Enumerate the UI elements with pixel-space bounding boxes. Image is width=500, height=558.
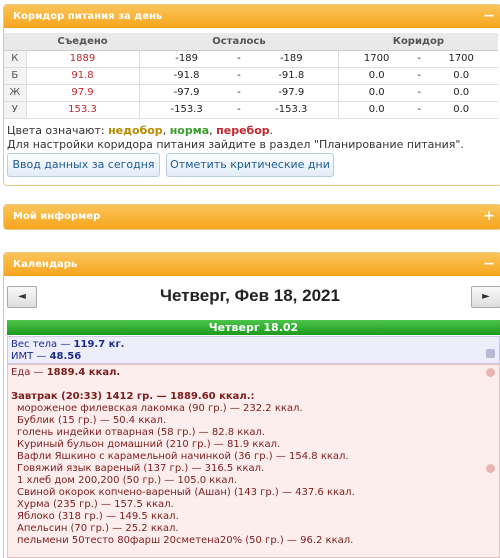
- row-label: Б: [4, 67, 27, 85]
- corridor-max: 0.0: [424, 67, 498, 85]
- food-item: Куриный бульон домашний (210 гр.) — 81.9…: [17, 439, 281, 450]
- corridor-min: 0.0: [338, 84, 414, 102]
- color-legend: Цвета означают: недобор, норма, перебор.: [7, 124, 273, 137]
- left-min: -97.9: [139, 84, 234, 102]
- calendar-title: Календарь: [13, 259, 78, 270]
- legend-under: недобор: [108, 124, 163, 137]
- food-label: Еда —: [11, 367, 47, 378]
- corridor-row: К 1889 -189- -189 1700-1700: [4, 50, 498, 68]
- corridor-dash: -: [413, 67, 425, 85]
- corridor-note: Для настройки коридора питания зайдите в…: [7, 138, 464, 151]
- header-corridor: Коридор: [338, 33, 498, 51]
- meal-title: Завтрак (20:33) 1412 гр. — 1889.60 ккал.…: [11, 391, 496, 403]
- corridor-dash: -: [413, 101, 425, 119]
- food-item: мороженое филевская лакомка (90 гр.) — 2…: [17, 403, 303, 414]
- weight-line: Вес тела — 119.7 кг.: [11, 339, 496, 351]
- corridor-row: Ж 97.9 -97.9- -97.9 0.0-0.0: [4, 84, 498, 102]
- header-left: Осталось: [139, 33, 339, 51]
- legend-prefix: Цвета означают:: [7, 124, 109, 137]
- food-item: пельмени 50тесто 80фарш 20сметена20% (50…: [17, 535, 354, 546]
- food-edit-icon[interactable]: [486, 368, 495, 377]
- header-eaten: Съедено: [26, 33, 139, 51]
- bmi-line: ИМТ — 48.56: [11, 351, 496, 363]
- food-item: Вафли Яшкино с карамельной начинкой (36 …: [17, 451, 349, 462]
- plus-icon[interactable]: +: [483, 205, 495, 228]
- legend-norm: норма: [169, 124, 210, 137]
- corridor-title: Коридор питания за день: [13, 11, 163, 22]
- food-entry[interactable]: Еда — 1889.4 ккал. Завтрак (20:33) 1412 …: [7, 364, 500, 558]
- food-item: Свиной окорок копчено-вареный (Ашан) (14…: [17, 487, 355, 498]
- corridor-panel-header[interactable]: Коридор питания за день −: [4, 5, 500, 28]
- left-dash: -: [233, 84, 245, 102]
- corridor-max: 0.0: [424, 84, 498, 102]
- meal-title-text: Завтрак (20:33) 1412 гр. — 1889.60 ккал.…: [11, 391, 255, 402]
- informer-panel-header[interactable]: Мой информер +: [4, 205, 500, 229]
- eaten-value: 153.3: [26, 101, 140, 119]
- corridor-header-blank: [4, 33, 26, 51]
- minus-icon[interactable]: −: [483, 5, 495, 28]
- weight-value: 119.7 кг.: [73, 339, 125, 350]
- left-dash: -: [233, 101, 245, 119]
- eaten-value: 97.9: [26, 84, 140, 102]
- left-min: -91.8: [139, 67, 234, 85]
- left-dash: -: [233, 50, 245, 68]
- food-item: Хурма (235 гр.) — 157.5 ккал.: [17, 499, 174, 510]
- corridor-dash: -: [413, 50, 425, 68]
- corridor-header-row: Съедено Осталось Коридор: [4, 33, 498, 51]
- corridor-min: 0.0: [338, 67, 414, 85]
- eaten-value: 91.8: [26, 67, 140, 85]
- left-min: -153.3: [139, 101, 234, 119]
- minus-icon[interactable]: −: [483, 253, 495, 276]
- food-value: 1889.4 ккал.: [46, 367, 121, 378]
- enter-today-data-button[interactable]: Ввод данных за сегодня: [7, 153, 160, 177]
- left-max: -91.8: [244, 67, 340, 85]
- food-line: Еда — 1889.4 ккал.: [11, 367, 496, 379]
- left-max: -153.3: [244, 101, 340, 119]
- corridor-max: 1700: [424, 50, 498, 68]
- informer-panel: Мой информер +: [3, 204, 500, 230]
- food-item: голень индейки отварная (58 гр.) — 82.8 …: [17, 427, 266, 438]
- bmi-value: 48.56: [49, 351, 82, 362]
- food-item: Бублик (15 гр.) — 50.4 ккал.: [17, 415, 167, 426]
- row-label: Ж: [4, 84, 27, 102]
- legend-end: .: [269, 124, 274, 137]
- left-dash: -: [233, 67, 245, 85]
- row-label: К: [4, 50, 27, 68]
- food-item: Яблоко (318 гр.) — 149.5 ккал.: [17, 511, 179, 522]
- weight-label: Вес тела —: [11, 339, 74, 350]
- corridor-row: У 153.3 -153.3- -153.3 0.0-0.0: [4, 101, 498, 119]
- left-min: -189: [139, 50, 234, 68]
- bmi-label: ИМТ —: [11, 351, 50, 362]
- weight-entry[interactable]: Вес тела — 119.7 кг. ИМТ — 48.56: [7, 336, 500, 364]
- mark-critical-days-button[interactable]: Отметить критические дни: [166, 153, 334, 177]
- corridor-max: 0.0: [424, 101, 498, 119]
- trash-icon[interactable]: [486, 349, 495, 358]
- corridor-min: 1700: [338, 50, 414, 68]
- food-item: Говяжий язык вареный (137 гр.) — 316.5 к…: [17, 463, 265, 474]
- food-item: Апельсин (70 гр.) — 25.2 ккал.: [17, 523, 179, 534]
- corridor-min: 0.0: [338, 101, 414, 119]
- next-day-button[interactable]: ►: [471, 286, 500, 308]
- informer-title: Мой информер: [13, 211, 101, 222]
- left-max: -97.9: [244, 84, 340, 102]
- day-header[interactable]: Четверг 18.02: [7, 320, 500, 335]
- corridor-row: Б 91.8 -91.8- -91.8 0.0-0.0: [4, 67, 498, 85]
- corridor-dash: -: [413, 84, 425, 102]
- food-item: 1 хлеб дом 200,200 (50 гр.) — 105.0 ккал…: [17, 475, 238, 486]
- row-label: У: [4, 101, 27, 119]
- eaten-value: 1889: [26, 50, 140, 68]
- calendar-date: Четверг, Фев 18, 2021: [160, 286, 340, 305]
- legend-sep-1: ,: [162, 124, 170, 137]
- meal-edit-icon[interactable]: [486, 464, 495, 473]
- legend-over: перебор: [216, 124, 270, 137]
- calendar-panel-header[interactable]: Календарь −: [4, 253, 500, 276]
- corridor-table: Съедено Осталось Коридор К 1889 -189- -189 1…: [4, 33, 498, 119]
- left-max: -189: [244, 50, 340, 68]
